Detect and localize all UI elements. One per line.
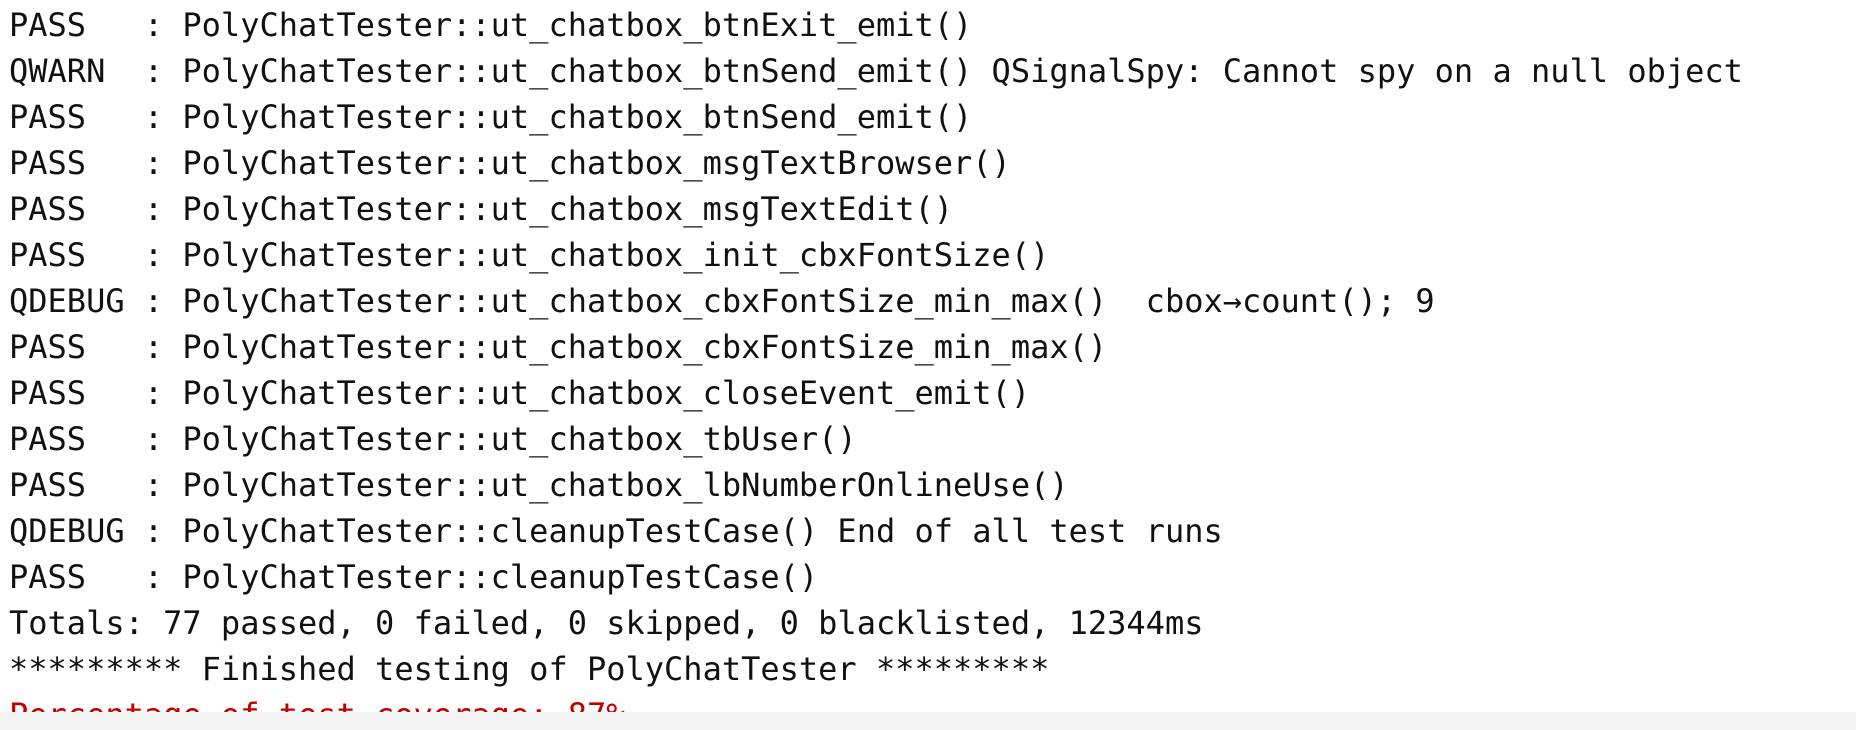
totals-line: Totals: 77 passed, 0 failed, 0 skipped, … [9,604,1204,642]
log-line: PASS : PolyChatTester::ut_chatbox_tbUser… [9,420,857,458]
log-line: QWARN : PolyChatTester::ut_chatbox_btnSe… [9,52,1743,90]
log-line: PASS : PolyChatTester::ut_chatbox_lbNumb… [9,466,1069,504]
log-line: PASS : PolyChatTester::ut_chatbox_msgTex… [9,190,954,228]
log-line: PASS : PolyChatTester::cleanupTestCase() [9,558,819,596]
finished-banner: ********* Finished testing of PolyChatTe… [9,650,1050,688]
log-line: QDEBUG : PolyChatTester::cleanupTestCase… [9,512,1223,550]
log-line: PASS : PolyChatTester::ut_chatbox_init_c… [9,236,1050,274]
log-line: PASS : PolyChatTester::ut_chatbox_btnSen… [9,98,973,136]
log-line: PASS : PolyChatTester::ut_chatbox_closeE… [9,374,1031,412]
log-line: QDEBUG : PolyChatTester::ut_chatbox_cbxF… [9,282,1435,320]
bottom-strip [0,712,1856,730]
log-list: PASS : PolyChatTester::ut_chatbox_btnExi… [0,0,1856,730]
log-line: PASS : PolyChatTester::ut_chatbox_btnExi… [9,6,973,44]
console-output[interactable]: PASS : PolyChatTester::ut_chatbox_btnExi… [0,0,1856,730]
log-line: PASS : PolyChatTester::ut_chatbox_msgTex… [9,144,1011,182]
log-line: PASS : PolyChatTester::ut_chatbox_cbxFon… [9,328,1108,366]
